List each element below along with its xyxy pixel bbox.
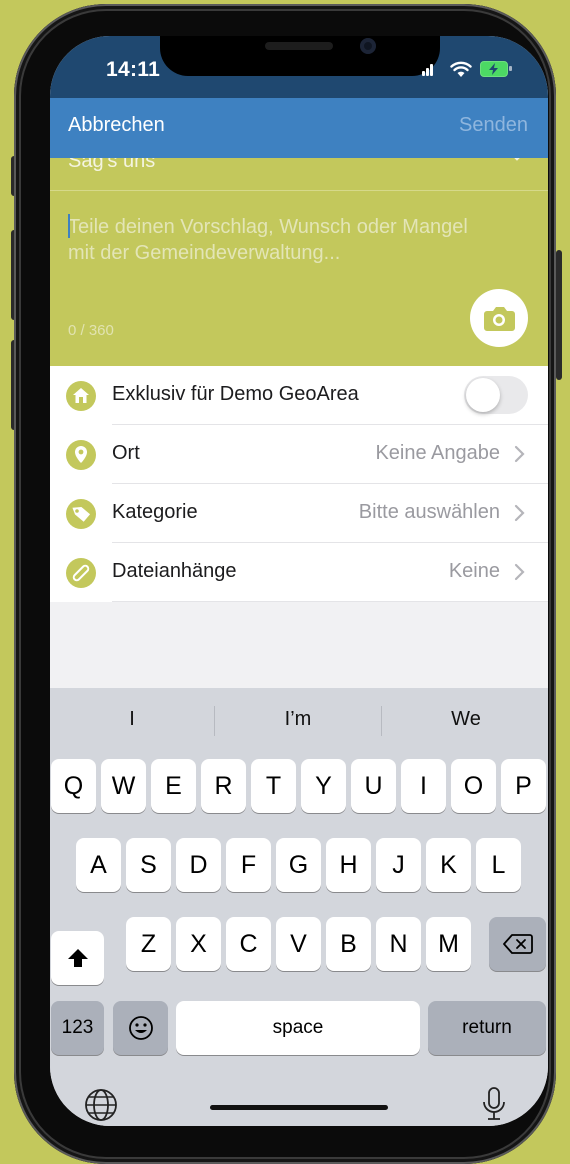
chevron-right-icon [514, 504, 525, 522]
suggestion-separator [214, 706, 215, 736]
power-button [556, 250, 562, 380]
tag-icon [66, 499, 96, 529]
return-key[interactable]: return [428, 1001, 546, 1055]
camera-button[interactable] [470, 289, 528, 347]
key-s[interactable]: S [126, 838, 171, 892]
speaker-grille [265, 42, 333, 50]
message-input[interactable]: Teile deinen Vorschlag, Wunsch oder Mang… [68, 214, 498, 266]
text-cursor [68, 214, 70, 238]
compose-area: Sag's uns Teile deinen Vorschlag, Wunsch… [50, 136, 548, 366]
key-a[interactable]: A [76, 838, 121, 892]
wifi-icon [450, 61, 472, 77]
key-w[interactable]: W [101, 759, 146, 813]
key-k[interactable]: K [426, 838, 471, 892]
key-l[interactable]: L [476, 838, 521, 892]
location-pin-icon [66, 440, 96, 470]
key-q[interactable]: Q [51, 759, 96, 813]
numbers-key[interactable]: 123 [51, 1001, 104, 1055]
status-time: 14:11 [106, 58, 161, 81]
attachments-row[interactable]: Dateianhänge Keine [50, 543, 548, 602]
key-i[interactable]: I [401, 759, 446, 813]
charging-bolt-icon [489, 63, 498, 75]
suggestion-separator [381, 706, 382, 736]
attachments-label: Dateianhänge [112, 560, 237, 582]
battery-icon [480, 61, 508, 77]
options-list: Exklusiv für Demo GeoArea Ort Keine Anga… [50, 366, 548, 602]
home-icon [66, 381, 96, 411]
suggestion-bar: I I’m We [50, 688, 548, 754]
key-t[interactable]: T [251, 759, 296, 813]
key-j[interactable]: J [376, 838, 421, 892]
key-x[interactable]: X [176, 917, 221, 971]
category-value: Bitte auswählen [358, 501, 500, 523]
attachments-value: Keine [448, 560, 500, 582]
microphone-icon[interactable] [480, 1086, 508, 1124]
keyboard: I I’m We Q W E R T Y U I O P A S D F G H… [50, 688, 548, 1126]
status-bar: 14:11 [50, 36, 548, 98]
row-divider [112, 601, 548, 602]
location-row[interactable]: Ort Keine Angabe [50, 425, 548, 484]
key-o[interactable]: O [451, 759, 496, 813]
key-p[interactable]: P [501, 759, 546, 813]
chevron-right-icon [514, 563, 525, 581]
globe-icon[interactable] [83, 1087, 119, 1123]
category-label: Kategorie [112, 501, 198, 523]
home-indicator [210, 1105, 388, 1110]
location-value: Keine Angabe [375, 442, 500, 464]
shift-key[interactable] [51, 931, 104, 985]
key-h[interactable]: H [326, 838, 371, 892]
navigation-bar: Abbrechen Senden [50, 98, 548, 158]
camera-icon [484, 307, 515, 331]
suggestion-3[interactable]: We [386, 708, 546, 731]
paperclip-icon [66, 558, 96, 588]
phone-screen: 14:11 Abbrechen Senden Sag's uns Teile d… [50, 36, 548, 1126]
key-m[interactable]: M [426, 917, 471, 971]
chevron-right-icon [514, 445, 525, 463]
exclusive-label: Exklusiv für Demo GeoArea [112, 383, 359, 405]
character-counter: 0 / 360 [68, 322, 114, 339]
key-z[interactable]: Z [126, 917, 171, 971]
suggestion-1[interactable]: I [52, 708, 212, 731]
shift-icon [67, 949, 88, 967]
exclusive-row[interactable]: Exklusiv für Demo GeoArea [50, 366, 548, 425]
emoji-icon [128, 1016, 153, 1040]
cancel-button[interactable]: Abbrechen [68, 114, 165, 137]
delete-key[interactable] [489, 917, 546, 971]
emoji-key[interactable] [113, 1001, 168, 1055]
key-b[interactable]: B [326, 917, 371, 971]
backspace-icon [502, 934, 533, 954]
key-y[interactable]: Y [301, 759, 346, 813]
send-button[interactable]: Senden [459, 114, 528, 137]
key-n[interactable]: N [376, 917, 421, 971]
toggle-knob [466, 378, 500, 412]
location-label: Ort [112, 442, 140, 464]
category-row[interactable]: Kategorie Bitte auswählen [50, 484, 548, 543]
key-r[interactable]: R [201, 759, 246, 813]
key-v[interactable]: V [276, 917, 321, 971]
suggestion-2[interactable]: I’m [218, 708, 378, 731]
cellular-signal-icon [422, 62, 434, 76]
exclusive-toggle[interactable] [464, 376, 528, 414]
key-d[interactable]: D [176, 838, 221, 892]
notch [160, 36, 440, 76]
key-e[interactable]: E [151, 759, 196, 813]
front-camera [360, 38, 376, 54]
space-key[interactable]: space [176, 1001, 420, 1055]
key-f[interactable]: F [226, 838, 271, 892]
battery-tip [509, 66, 512, 71]
key-g[interactable]: G [276, 838, 321, 892]
key-u[interactable]: U [351, 759, 396, 813]
key-c[interactable]: C [226, 917, 271, 971]
